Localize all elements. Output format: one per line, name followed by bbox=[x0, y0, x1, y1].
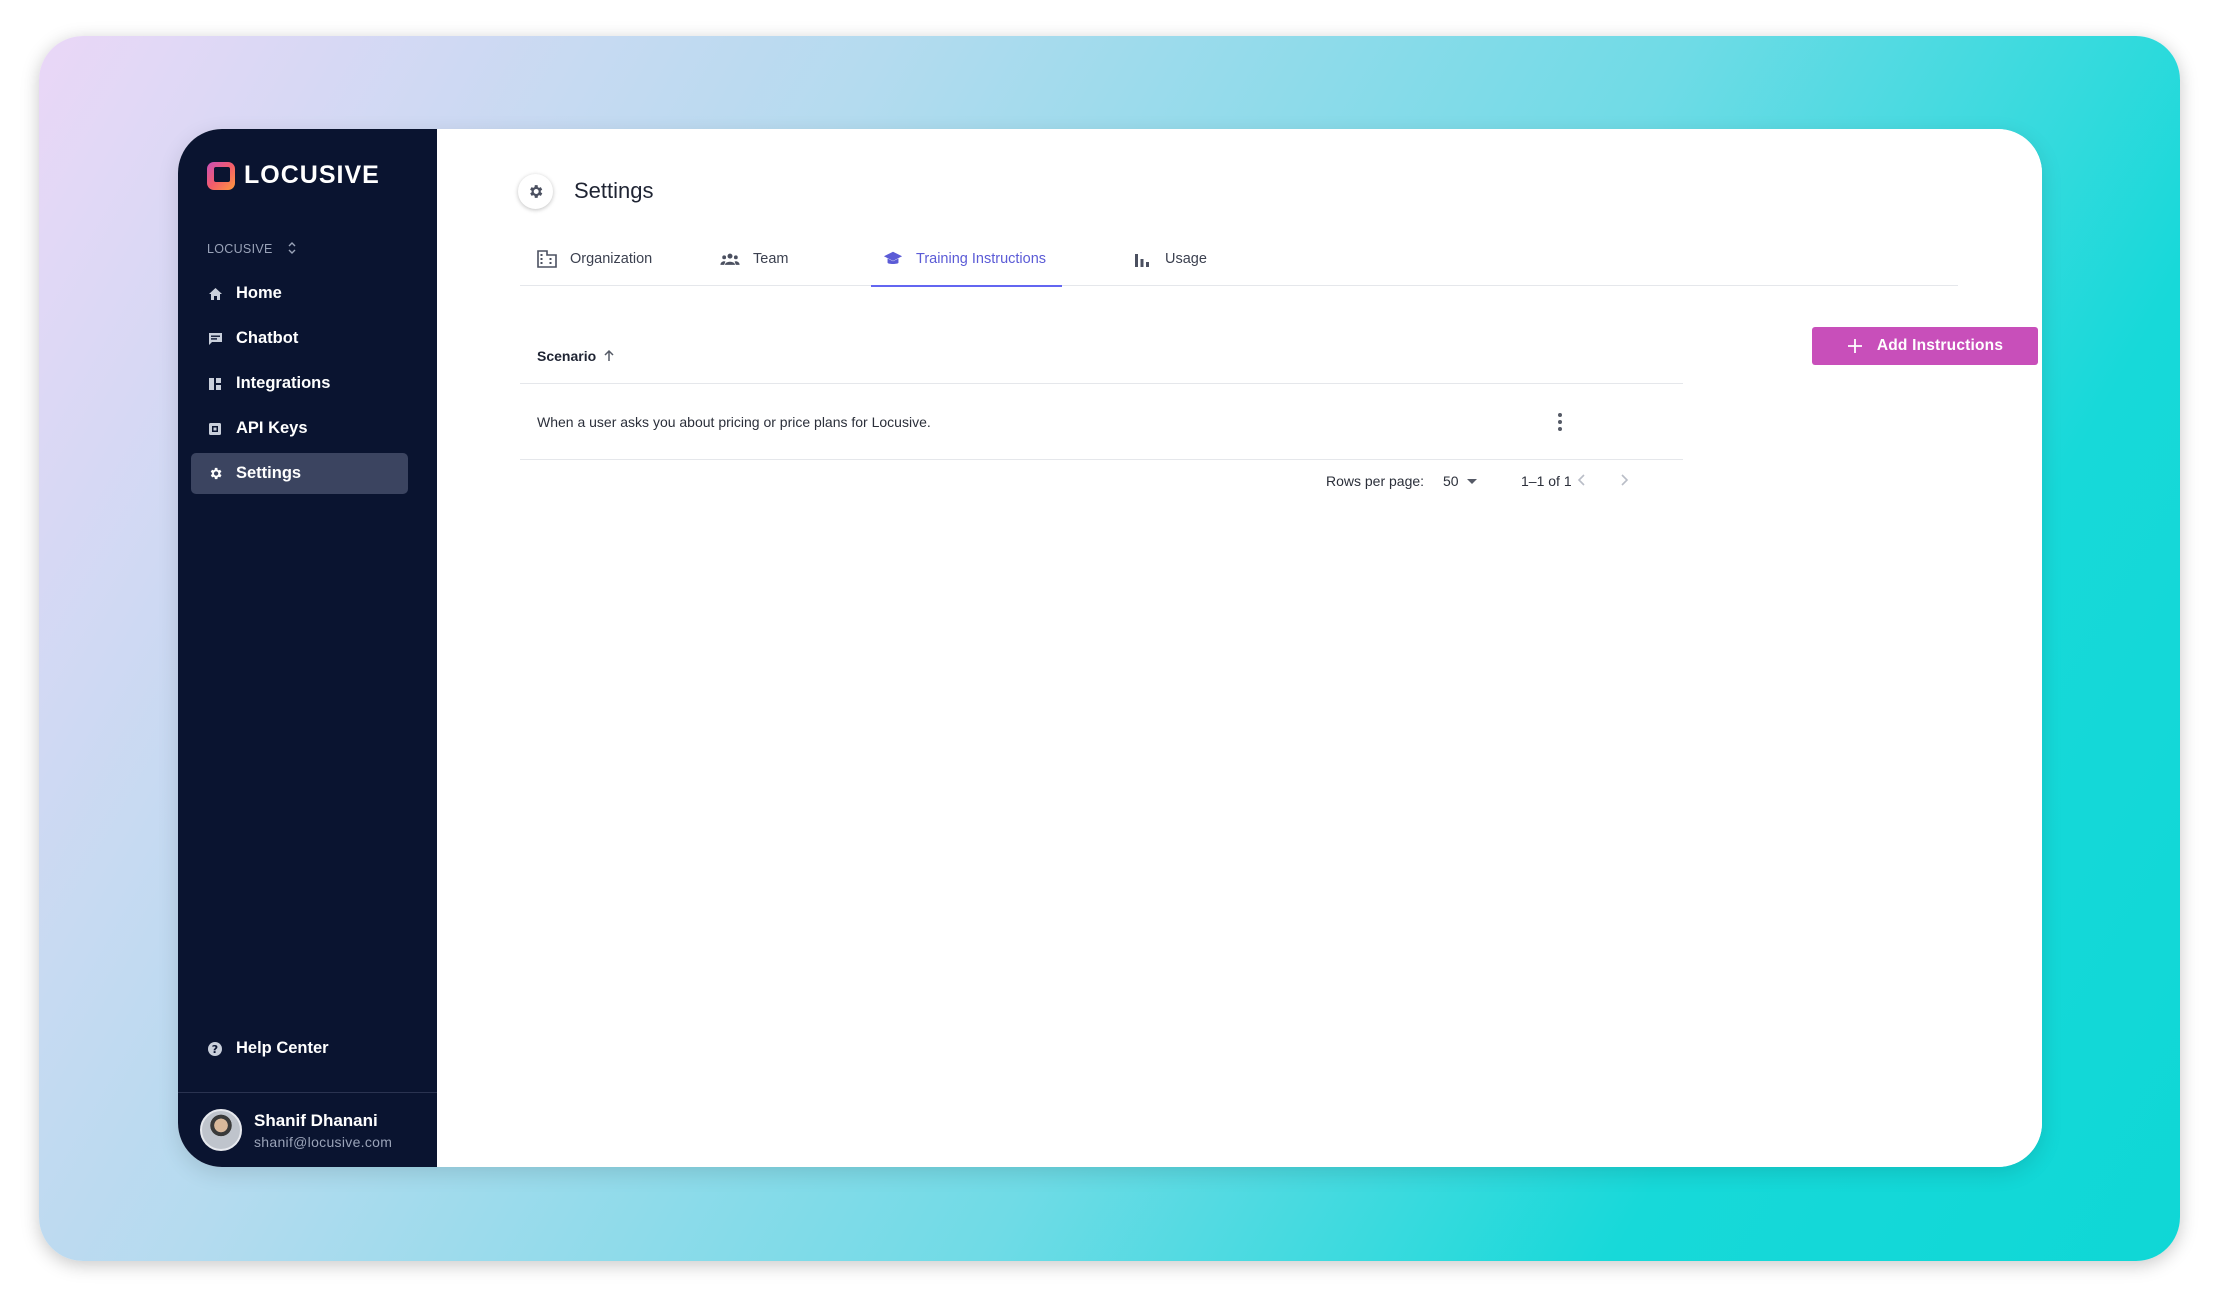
table-row[interactable]: When a user asks you about pricing or pr… bbox=[520, 384, 1683, 460]
tab-organization[interactable]: Organization bbox=[537, 232, 652, 286]
user-profile[interactable]: Shanif Dhanani shanif@locusive.com bbox=[178, 1092, 437, 1167]
user-email: shanif@locusive.com bbox=[254, 1133, 393, 1150]
tab-training-instructions[interactable]: Training Instructions bbox=[870, 232, 1063, 287]
main-content: Settings Organization Team Training Inst… bbox=[437, 129, 2042, 1167]
sidebar-item-label: Integrations bbox=[236, 374, 331, 392]
tab-label: Usage bbox=[1165, 251, 1207, 267]
dashboard-icon bbox=[207, 376, 223, 392]
tab-label: Training Instructions bbox=[916, 251, 1047, 267]
logo-mark-icon bbox=[207, 161, 235, 190]
add-instructions-button[interactable]: Add Instructions bbox=[1812, 327, 2038, 365]
bar-chart-icon bbox=[1132, 250, 1152, 268]
sidebar-nav: Home Chatbot Integrations API Keys Setti… bbox=[191, 273, 408, 498]
more-vert-icon[interactable] bbox=[1550, 411, 1570, 433]
sidebar-item-home[interactable]: Home bbox=[191, 273, 408, 314]
app-window: LOCUSIVE LOCUSIVE Home Chatbot Integrati… bbox=[178, 129, 2042, 1167]
arrow-up-icon bbox=[602, 349, 616, 363]
workspace-switcher[interactable]: LOCUSIVE bbox=[207, 240, 297, 257]
instructions-table: Scenario When a user asks you about pric… bbox=[520, 329, 1683, 460]
home-icon bbox=[207, 286, 223, 302]
sidebar-item-label: Home bbox=[236, 284, 282, 302]
caret-down-icon bbox=[1466, 478, 1477, 484]
sidebar-item-label: Settings bbox=[236, 464, 302, 482]
sidebar-item-api-keys[interactable]: API Keys bbox=[191, 408, 408, 449]
sidebar: LOCUSIVE LOCUSIVE Home Chatbot Integrati… bbox=[178, 129, 437, 1167]
workspace-name: LOCUSIVE bbox=[207, 241, 273, 256]
settings-tabs: Organization Team Training Instructions … bbox=[520, 232, 1958, 287]
chat-icon bbox=[207, 331, 223, 347]
tab-team[interactable]: Team bbox=[720, 232, 788, 286]
sidebar-item-integrations[interactable]: Integrations bbox=[191, 363, 408, 404]
group-icon bbox=[720, 250, 740, 268]
pagination: Rows per page: 50 1–1 of 1 bbox=[520, 461, 1683, 501]
sidebar-item-label: API Keys bbox=[236, 419, 308, 437]
settings-header-icon bbox=[518, 174, 553, 209]
scenario-text: When a user asks you about pricing or pr… bbox=[537, 413, 931, 430]
page-range: 1–1 of 1 bbox=[1521, 473, 1572, 489]
tab-label: Team bbox=[753, 251, 789, 267]
help-center-label: Help Center bbox=[236, 1039, 329, 1057]
gear-icon bbox=[207, 466, 223, 482]
add-instructions-label: Add Instructions bbox=[1876, 337, 2004, 354]
help-center-link[interactable]: ? Help Center bbox=[207, 1039, 329, 1058]
column-header-scenario[interactable]: Scenario bbox=[520, 329, 1683, 384]
tab-label: Organization bbox=[570, 251, 653, 267]
logo[interactable]: LOCUSIVE bbox=[207, 161, 380, 190]
sidebar-item-settings[interactable]: Settings bbox=[191, 453, 408, 494]
sidebar-item-chatbot[interactable]: Chatbot bbox=[191, 318, 408, 359]
tab-usage[interactable]: Usage bbox=[1132, 232, 1207, 286]
user-name: Shanif Dhanani bbox=[254, 1110, 378, 1130]
svg-text:?: ? bbox=[212, 1043, 218, 1056]
help-icon: ? bbox=[207, 1041, 223, 1057]
chevron-right-icon[interactable] bbox=[1616, 470, 1632, 493]
rows-per-page-label: Rows per page: bbox=[1326, 473, 1425, 489]
chevron-left-icon[interactable] bbox=[1574, 470, 1590, 493]
api-key-icon bbox=[207, 421, 223, 437]
plus-icon bbox=[1847, 338, 1863, 354]
column-label: Scenario bbox=[537, 348, 597, 364]
rows-per-page-select[interactable]: 50 bbox=[1443, 473, 1477, 489]
sidebar-item-label: Chatbot bbox=[236, 329, 299, 347]
logo-text: LOCUSIVE bbox=[244, 161, 380, 189]
unfold-icon bbox=[287, 240, 297, 257]
graduation-cap-icon bbox=[883, 250, 903, 268]
building-icon bbox=[537, 250, 557, 268]
page-title: Settings bbox=[574, 178, 654, 203]
avatar bbox=[200, 1109, 242, 1151]
rows-per-page-value: 50 bbox=[1443, 473, 1459, 489]
